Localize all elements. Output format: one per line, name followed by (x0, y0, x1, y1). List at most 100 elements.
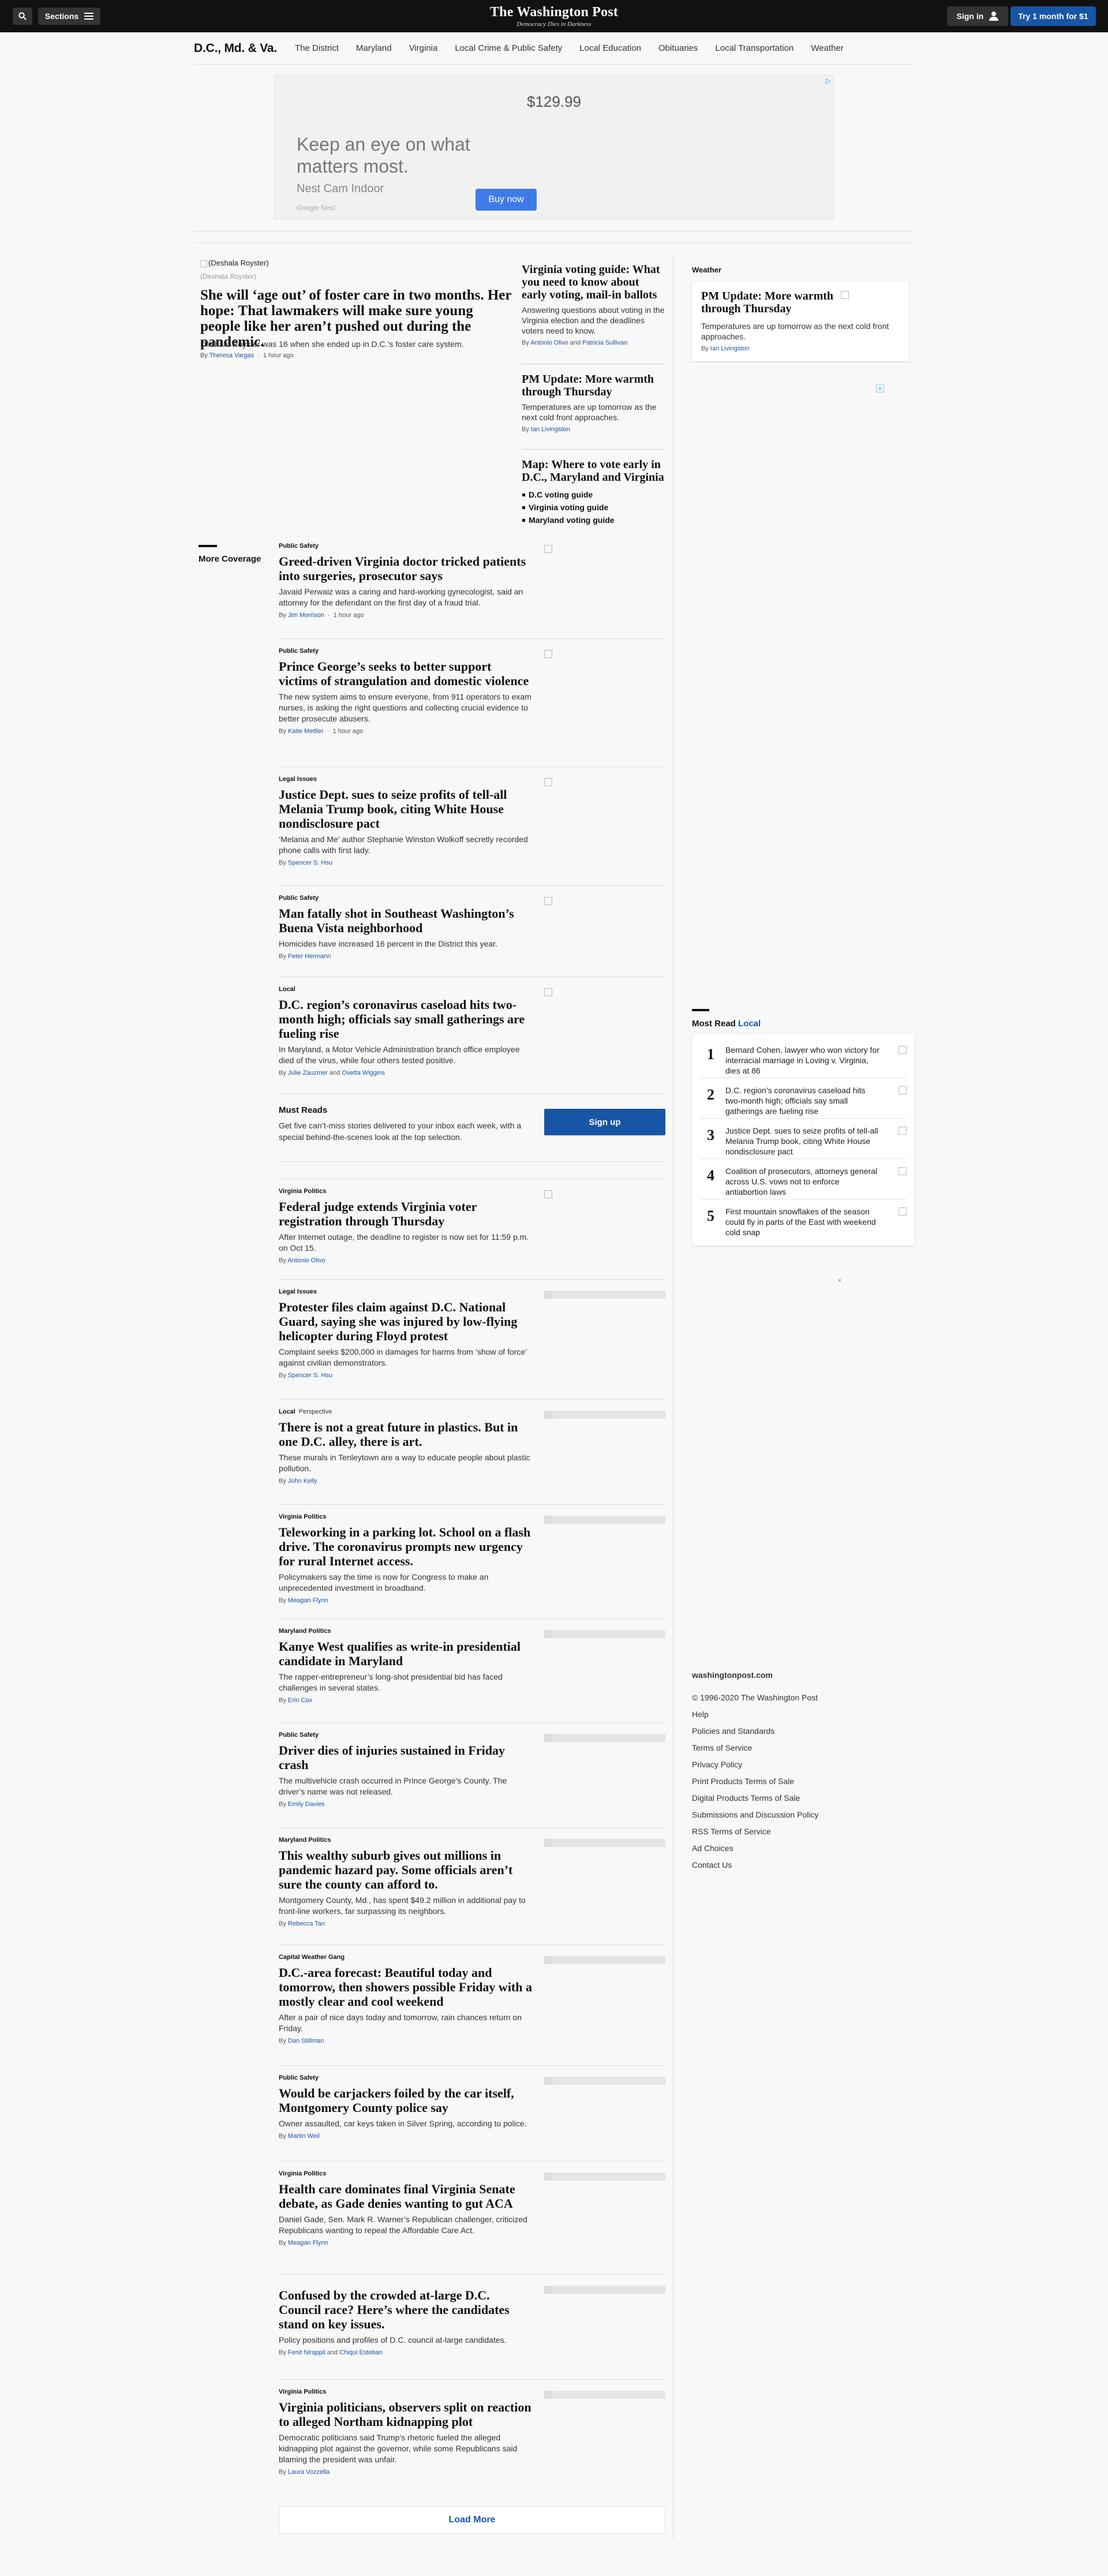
story-headline[interactable]: Man fatally shot in Southeast Washington… (279, 906, 533, 935)
image-placeholder[interactable] (544, 2391, 665, 2399)
ad-choices-icon[interactable]: ▷ (826, 77, 831, 85)
section-title[interactable]: D.C., Md. & Va. (194, 42, 277, 55)
load-more-button[interactable]: Load More (279, 2506, 665, 2534)
story-headline[interactable]: There is not a great future in plastics.… (279, 1420, 533, 1449)
most-read-headline[interactable]: Justice Dept. sues to seize profits of t… (725, 1126, 880, 1157)
nav-link-virginia[interactable]: Virginia (409, 43, 438, 53)
image-placeholder[interactable] (544, 1839, 665, 1847)
kicker-label[interactable]: Legal Issues (279, 1288, 317, 1295)
story-headline[interactable]: D.C. region’s coronavirus caseload hits … (279, 997, 533, 1041)
kicker-label[interactable]: Virginia Politics (279, 2170, 326, 2177)
nav-link-district[interactable]: The District (295, 43, 339, 53)
author-link[interactable]: Julie Zauzmer (288, 1070, 328, 1076)
author-link[interactable]: Theresa Vargas (209, 352, 254, 359)
ad-buy-button[interactable]: Buy now (476, 189, 537, 211)
story-headline[interactable]: Health care dominates final Virginia Sen… (279, 2182, 533, 2211)
logo[interactable]: The Washington Post Democracy Dies in Da… (0, 5, 1108, 28)
footer-link-help[interactable]: Help (692, 1706, 818, 1723)
kicker-label[interactable]: Public Safety (279, 543, 319, 549)
weather-card[interactable]: PM Update: More warmth through Thursday … (692, 282, 909, 361)
footer-link-ad-choices[interactable]: Ad Choices (692, 1840, 818, 1857)
author-link[interactable]: Katie Mettler (288, 728, 324, 735)
sign-in-button[interactable]: Sign in (947, 6, 1008, 26)
story-kicker[interactable]: Virginia Politics (279, 1188, 665, 1195)
author-link[interactable]: Antonio Olivo (287, 1257, 325, 1264)
nav-link-education[interactable]: Local Education (579, 43, 641, 53)
kicker-label[interactable]: Maryland Politics (279, 1837, 331, 1844)
image-placeholder[interactable] (544, 2173, 665, 2181)
author-link[interactable]: Ovetta Wiggins (342, 1070, 385, 1076)
ad-close-icon[interactable]: × (836, 1277, 844, 1285)
list-item[interactable]: 2 D.C. region’s coronavirus caseload hits… (700, 1078, 907, 1119)
footer-link-submissions[interactable]: Submissions and Discussion Policy (692, 1807, 818, 1823)
nav-link-obituaries[interactable]: Obituaries (658, 43, 698, 53)
nav-link-transportation[interactable]: Local Transportation (715, 43, 793, 53)
footer-link-terms[interactable]: Terms of Service (692, 1740, 818, 1756)
story-headline[interactable]: This wealthy suburb gives out millions i… (279, 1848, 533, 1891)
story-kicker[interactable]: Public Safety (279, 648, 665, 655)
kicker-label[interactable]: Local (279, 986, 295, 993)
story-kicker[interactable]: Local (279, 986, 665, 993)
mid-story-headline[interactable]: PM Update: More warmth through Thursday (522, 373, 665, 398)
most-read-headline[interactable]: D.C. region’s coronavirus caseload hits … (725, 1085, 880, 1116)
list-item[interactable]: Maryland voting guide (522, 514, 665, 526)
image-placeholder[interactable] (544, 1291, 665, 1299)
author-link[interactable]: Meagan Flynn (288, 1597, 328, 1604)
footer-link-print-terms[interactable]: Print Products Terms of Sale (692, 1773, 818, 1790)
kicker-label[interactable]: Legal Issues (279, 776, 317, 783)
image-placeholder[interactable] (544, 1956, 665, 1964)
broken-image-icon[interactable] (544, 545, 552, 553)
footer-link-privacy[interactable]: Privacy Policy (692, 1756, 818, 1773)
story-headline[interactable]: D.C.-area forecast: Beautiful today and … (279, 1965, 533, 2009)
image-placeholder[interactable] (544, 1411, 665, 1419)
kicker-label[interactable]: Virginia Politics (279, 1513, 326, 1520)
nav-link-maryland[interactable]: Maryland (356, 43, 392, 53)
story-headline[interactable]: Teleworking in a parking lot. School on … (279, 1525, 533, 1568)
author-link[interactable]: Ian Livingston (531, 426, 570, 433)
broken-image-icon[interactable] (544, 988, 552, 996)
list-item[interactable]: 5 First mountain snowflakes of the season… (700, 1199, 907, 1240)
author-link[interactable]: Rebecca Tan (288, 1920, 325, 1927)
author-link[interactable]: Spencer S. Hsu (288, 859, 332, 866)
author-link[interactable]: Spencer S. Hsu (288, 1372, 332, 1379)
story-headline[interactable]: Federal judge extends Virginia voter reg… (279, 1199, 533, 1228)
list-item[interactable]: 4 Coalition of prosecutors, attorneys gen… (700, 1159, 907, 1199)
image-placeholder[interactable] (544, 2077, 665, 2085)
author-link[interactable]: Patricia Sullivan (582, 339, 627, 346)
nav-link-crime[interactable]: Local Crime & Public Safety (455, 43, 562, 53)
story-kicker[interactable]: Public Safety (279, 543, 665, 549)
author-link[interactable]: Ian Livingston (710, 345, 750, 352)
author-link[interactable]: Fenit Nirappil (288, 2349, 325, 2356)
most-read-headline[interactable]: First mountain snowflakes of the season … (725, 1206, 880, 1237)
author-link[interactable]: Emily Davies (288, 1801, 325, 1808)
ad-close-icon[interactable]: × (876, 384, 884, 392)
nav-link-weather[interactable]: Weather (811, 43, 843, 53)
kicker-label[interactable]: Public Safety (279, 648, 319, 655)
author-link[interactable]: Laura Vozzella (288, 2469, 330, 2476)
story-headline[interactable]: Would be carjackers foiled by the car it… (279, 2086, 533, 2115)
story-headline[interactable]: Justice Dept. sues to seize profits of t… (279, 787, 533, 831)
kicker-label[interactable]: Virginia Politics (279, 2388, 326, 2395)
kicker-label[interactable]: Public Safety (279, 2074, 319, 2081)
kicker-label[interactable]: Public Safety (279, 895, 319, 902)
most-read-headline[interactable]: Coalition of prosecutors, attorneys gene… (725, 1166, 880, 1197)
weather-headline[interactable]: PM Update: More warmth through Thursday (701, 290, 834, 315)
image-placeholder[interactable] (544, 1630, 665, 1638)
advertisement[interactable]: ▷ $129.99 Keep an eye on what matters mo… (274, 75, 834, 219)
kicker-label[interactable]: Capital Weather Gang (279, 1954, 345, 1961)
author-link[interactable]: John Kelly (288, 1478, 317, 1485)
footer-link-contact[interactable]: Contact Us (692, 1857, 818, 1874)
broken-image-icon[interactable] (544, 778, 552, 786)
weather-label[interactable]: Weather (692, 266, 721, 274)
list-item[interactable]: Virginia voting guide (522, 501, 665, 514)
author-link[interactable]: Martin Weil (288, 2133, 320, 2140)
story-headline[interactable]: Driver dies of injuries sustained in Fri… (279, 1743, 533, 1772)
subscribe-button[interactable]: Try 1 month for $1 (1010, 6, 1096, 26)
author-link[interactable]: Dan Stillman (288, 2037, 324, 2044)
mid-story-headline[interactable]: Map: Where to vote early in D.C., Maryla… (522, 458, 665, 484)
image-placeholder[interactable] (544, 2286, 665, 2294)
story-kicker[interactable]: Public Safety (279, 895, 665, 902)
kicker-label[interactable]: Local (279, 1408, 295, 1415)
author-link[interactable]: Jim Morrison (288, 612, 324, 619)
story-headline[interactable]: Confused by the crowded at-large D.C. Co… (279, 2288, 533, 2331)
